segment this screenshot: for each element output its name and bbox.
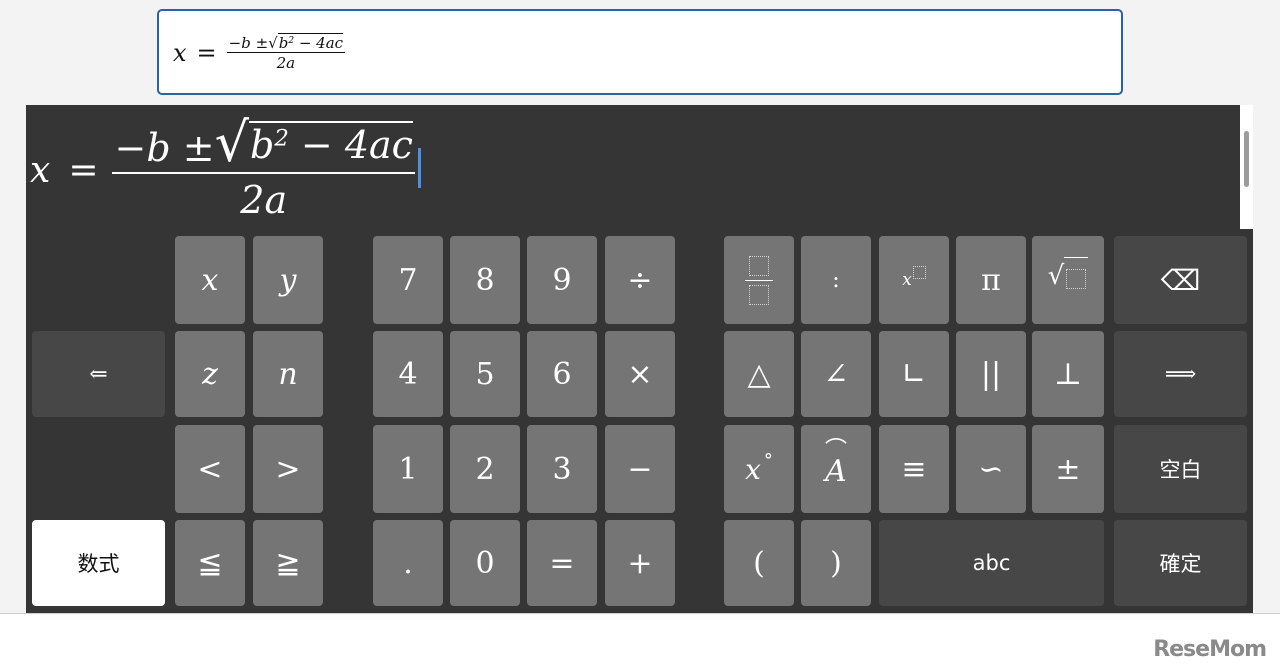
key-5[interactable]: 5 [450,331,520,417]
key-y[interactable]: y [253,236,323,324]
editor-formula: x = −b ± √ b2 − 4ac 2a [30,109,421,231]
radical-sign: √ [268,34,278,52]
numerator-prefix: −b ± [228,34,269,52]
key-angle[interactable]: ∠ [801,331,871,417]
key-right-angle[interactable]: ∟ [879,331,949,417]
arc-key[interactable]: ⌒ A [801,425,871,513]
editor-radicand-exponent: 2 [274,125,289,152]
key-x[interactable]: x [175,236,245,324]
formula-lhs: x [173,38,187,67]
key-greater-than[interactable]: > [253,425,323,513]
confirm-key[interactable]: 確定 [1114,520,1247,606]
resemom-logo: ReseMom [1153,637,1267,662]
key-0[interactable]: 0 [450,520,520,606]
key-left-paren[interactable]: ( [724,520,794,606]
degree-symbol: ° [763,449,773,471]
backspace-key[interactable]: ⌫ [1114,236,1247,324]
radicand-rest: − 4ac [294,34,344,52]
fraction-key[interactable] [724,236,794,324]
key-greater-equal[interactable]: ≧ [253,520,323,606]
radicand-base: b [278,34,289,52]
editor-radicand-base: b [250,123,275,168]
editor-scrollbar[interactable] [1240,105,1253,229]
key-3[interactable]: 3 [527,425,597,513]
sqrt-key[interactable]: √ [1032,236,1104,324]
abc-keyboard-key[interactable]: abc [879,520,1104,606]
formula-equals: = [196,38,217,67]
scrollbar-thumb[interactable] [1244,131,1249,187]
editor-radical-sign: √ [214,110,249,174]
key-similar[interactable]: ∽ [956,425,1026,513]
degree-key[interactable]: x ° [724,425,794,513]
key-less-than[interactable]: < [175,425,245,513]
editor-lhs: x [30,149,51,191]
math-editor[interactable]: x = −b ± √ b2 − 4ac 2a [26,105,1240,231]
answer-field[interactable]: x = −b ± √ b2 − 4ac 2a [157,9,1123,95]
power-base: x [902,270,912,290]
key-plus[interactable]: + [605,520,675,606]
editor-denominator: 2a [240,177,288,222]
key-9[interactable]: 9 [527,236,597,324]
answer-formula: x = −b ± √ b2 − 4ac 2a [173,33,346,72]
cursor-right-key[interactable]: ⟹ [1114,331,1247,417]
key-minus[interactable]: − [605,425,675,513]
cursor-left-key[interactable]: ⇐ [32,331,165,417]
editor-radicand-rest: − 4ac [288,123,413,168]
radical: √ b2 − 4ac [268,33,344,52]
formula-mode-key[interactable]: 数式 [32,520,165,606]
key-perpendicular[interactable]: ⊥ [1032,331,1104,417]
key-z[interactable]: z [175,331,245,417]
sqrt-sign-icon: √ [1047,261,1065,291]
key-8[interactable]: 8 [450,236,520,324]
power-key[interactable]: x [879,236,949,324]
key-triangle[interactable]: △ [724,331,794,417]
key-2[interactable]: 2 [450,425,520,513]
exponent-placeholder-icon [912,265,926,279]
key-plus-minus[interactable]: ± [1032,425,1104,513]
key-colon[interactable]: : [801,236,871,324]
key-less-equal[interactable]: ≦ [175,520,245,606]
arc-base: A [825,454,847,489]
fraction-numerator-placeholder-icon [749,255,769,276]
key-multiply[interactable]: × [605,331,675,417]
sqrt-bar-icon [1064,257,1089,297]
editor-numerator: −b ± √ b2 − 4ac [112,110,415,174]
editor-radical: √ b2 − 4ac [214,110,413,174]
key-decimal-point[interactable]: . [373,520,443,606]
key-6[interactable]: 6 [527,331,597,417]
key-divide[interactable]: ÷ [605,236,675,324]
degree-base: x [745,452,761,486]
key-congruent[interactable]: ≡ [879,425,949,513]
key-7[interactable]: 7 [373,236,443,324]
radicand: b2 − 4ac [277,33,344,52]
key-4[interactable]: 4 [373,331,443,417]
fraction-denominator-placeholder-icon [749,284,769,305]
formula-denominator: 2a [276,54,296,72]
formula-fraction: −b ± √ b2 − 4ac 2a [226,33,346,72]
key-n[interactable]: n [253,331,323,417]
key-1[interactable]: 1 [373,425,443,513]
key-equals[interactable]: = [527,520,597,606]
space-key[interactable]: 空白 [1114,425,1247,513]
key-pi[interactable]: π [956,236,1026,324]
editor-numerator-prefix: −b ± [114,125,215,170]
editor-fraction: −b ± √ b2 − 4ac 2a [112,110,415,222]
editor-radicand: b2 − 4ac [249,121,413,167]
key-right-paren[interactable]: ) [801,520,871,606]
formula-numerator: −b ± √ b2 − 4ac [226,33,346,53]
math-keyboard-panel: x = −b ± √ b2 − 4ac 2a ⇐ 数式 x y z n < > ≦ … [26,105,1253,613]
text-cursor [417,148,421,188]
editor-equals: = [68,149,99,191]
fraction-bar-icon [745,279,773,281]
key-parallel[interactable]: || [956,331,1026,417]
page-footer: ReseMom [0,613,1280,672]
radicand-placeholder-icon [1066,269,1087,289]
